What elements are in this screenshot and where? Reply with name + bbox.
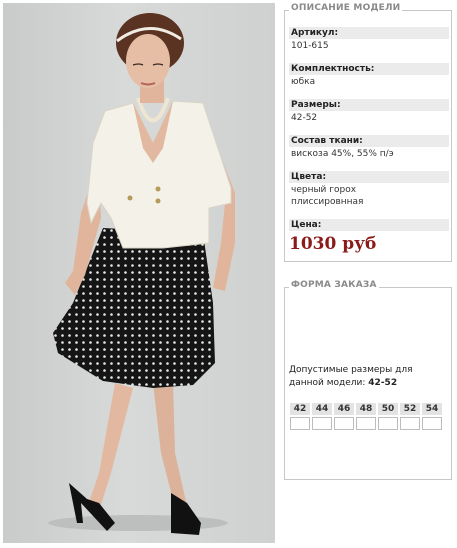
model-description-panel: ОПИСАНИЕ МОДЕЛИ Артикул: 101-615 Комплек… (284, 3, 452, 262)
article-label: Артикул: (289, 27, 449, 39)
size-input-54[interactable] (422, 417, 442, 430)
size-header-42: 42 (290, 403, 310, 415)
size-quantity-row (290, 417, 444, 430)
size-header-50: 50 (378, 403, 398, 415)
size-header-54: 54 (422, 403, 442, 415)
price-label: Цена: (289, 219, 449, 231)
colors-value-line2: плиссировнная (291, 197, 364, 207)
size-input-52[interactable] (400, 417, 420, 430)
product-photo (3, 3, 275, 543)
size-input-46[interactable] (334, 417, 354, 430)
size-input-42[interactable] (290, 417, 310, 430)
size-input-44[interactable] (312, 417, 332, 430)
size-header-52: 52 (400, 403, 420, 415)
order-form-title: ФОРМА ЗАКАЗА (289, 280, 379, 290)
size-input-50[interactable] (378, 417, 398, 430)
size-header-row: 42 44 46 48 50 52 54 (290, 403, 444, 415)
article-value: 101-615 (291, 41, 329, 51)
colors-value-line1: черный горох (291, 185, 357, 195)
model-illustration (48, 13, 235, 535)
sizes-label: Размеры: (289, 99, 449, 111)
set-label: Комплектность: (289, 63, 449, 75)
price-value: 1030 руб (289, 234, 377, 254)
size-selector: 42 44 46 48 50 52 54 (290, 403, 444, 430)
order-form-panel: ФОРМА ЗАКАЗА Допустимые размеры для данн… (284, 280, 452, 480)
allowed-sizes-note: Допустимые размеры для данной модели: 42… (289, 364, 449, 390)
fabric-label: Состав ткани: (289, 135, 449, 147)
description-title: ОПИСАНИЕ МОДЕЛИ (289, 3, 403, 13)
allowed-sizes-range: 42-52 (368, 378, 398, 388)
colors-label: Цвета: (289, 171, 449, 183)
size-header-48: 48 (356, 403, 376, 415)
fabric-value: вискоза 45%, 55% п/э (291, 149, 394, 159)
size-header-44: 44 (312, 403, 332, 415)
size-input-48[interactable] (356, 417, 376, 430)
size-header-46: 46 (334, 403, 354, 415)
sizes-value: 42-52 (291, 113, 318, 123)
set-value: юбка (291, 77, 316, 87)
